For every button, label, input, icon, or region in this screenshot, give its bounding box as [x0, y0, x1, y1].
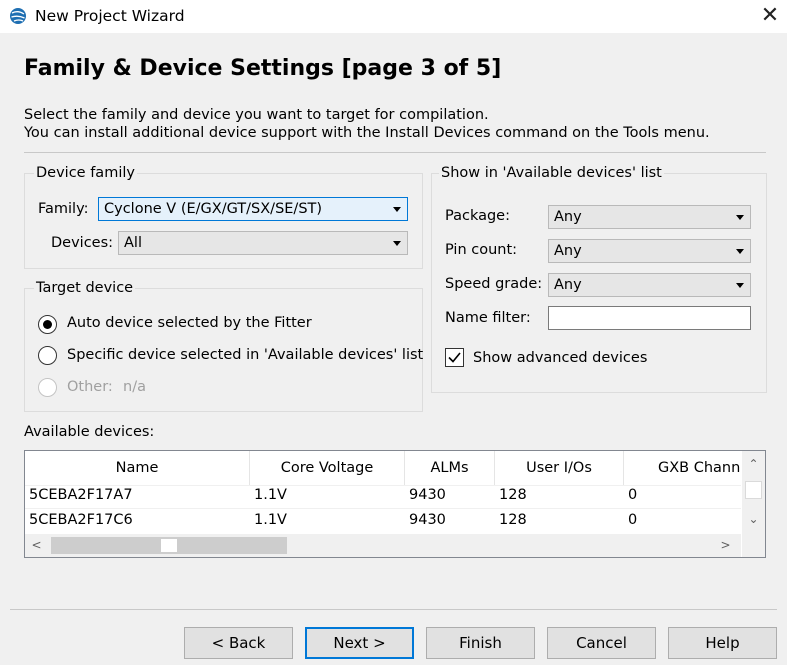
other-device-value: n/a	[123, 379, 146, 395]
family-select[interactable]: Cyclone V (E/GX/GT/SX/SE/ST)	[98, 197, 408, 221]
chevron-down-icon	[736, 249, 744, 254]
other-device-label: Other:	[67, 379, 113, 395]
show-advanced-label[interactable]: Show advanced devices	[473, 350, 647, 366]
horizontal-scroll-thumb[interactable]	[51, 537, 287, 554]
chevron-down-icon	[393, 241, 401, 246]
close-icon[interactable]: ✕	[758, 4, 782, 28]
column-header-core-voltage[interactable]: Core Voltage	[250, 451, 405, 485]
column-header-alms[interactable]: ALMs	[405, 451, 495, 485]
cell-gxb-channels: 0	[628, 512, 638, 528]
back-button[interactable]: < Back	[184, 627, 293, 659]
footer-divider	[10, 609, 777, 610]
auto-device-label[interactable]: Auto device selected by the Fitter	[67, 315, 312, 331]
help-button[interactable]: Help	[668, 627, 777, 659]
scrollbar-corner	[742, 534, 765, 557]
speed-grade-select-value: Any	[554, 277, 582, 293]
pin-count-label: Pin count:	[445, 242, 518, 258]
target-device-title: Target device	[34, 280, 136, 296]
description-line-2: You can install additional device suppor…	[24, 125, 710, 141]
header-divider	[24, 152, 766, 153]
devices-label: Devices:	[51, 235, 114, 251]
specific-device-label[interactable]: Specific device selected in 'Available d…	[67, 347, 423, 363]
chevron-down-icon	[736, 215, 744, 220]
app-globe-icon	[10, 8, 26, 24]
package-label: Package:	[445, 208, 510, 224]
device-family-title: Device family	[34, 165, 137, 181]
scroll-left-icon[interactable]: <	[28, 537, 45, 554]
name-filter-input[interactable]	[548, 306, 751, 330]
scroll-down-icon[interactable]: ⌄	[745, 511, 762, 528]
vertical-scroll-thumb[interactable]	[745, 481, 762, 499]
cell-alms: 9430	[409, 512, 446, 528]
finish-button[interactable]: Finish	[426, 627, 535, 659]
available-devices-table[interactable]: Name Core Voltage ALMs User I/Os GXB Cha…	[24, 450, 766, 558]
cell-core-voltage: 1.1V	[254, 487, 287, 503]
cell-user-ios: 128	[499, 487, 527, 503]
cell-core-voltage: 1.1V	[254, 512, 287, 528]
vertical-scrollbar[interactable]: ⌃ ⌄	[742, 451, 765, 534]
chevron-down-icon	[393, 207, 401, 212]
scroll-right-icon[interactable]: >	[717, 537, 734, 554]
other-device-radio	[38, 378, 57, 397]
package-select-value: Any	[554, 209, 582, 225]
devices-select[interactable]: All	[118, 231, 408, 255]
cell-name: 5CEBA2F17C6	[29, 512, 133, 528]
cancel-button[interactable]: Cancel	[547, 627, 656, 659]
pin-count-select-value: Any	[554, 243, 582, 259]
available-filter-title: Show in 'Available devices' list	[439, 165, 664, 181]
window-title: New Project Wizard	[35, 7, 185, 25]
page-title: Family & Device Settings [page 3 of 5]	[24, 56, 502, 81]
package-select[interactable]: Any	[548, 205, 751, 229]
cell-name: 5CEBA2F17A7	[29, 487, 133, 503]
horizontal-scrollbar[interactable]: < >	[25, 534, 741, 557]
page-description: Select the family and device you want to…	[24, 106, 710, 142]
speed-grade-select[interactable]: Any	[548, 273, 751, 297]
name-filter-label: Name filter:	[445, 310, 531, 326]
column-header-name[interactable]: Name	[25, 451, 250, 485]
checkmark-icon	[448, 352, 461, 363]
available-devices-label: Available devices:	[24, 424, 155, 440]
scroll-grip	[161, 539, 177, 552]
pin-count-select[interactable]: Any	[548, 239, 751, 263]
column-header-user-ios[interactable]: User I/Os	[495, 451, 624, 485]
devices-select-value: All	[124, 235, 142, 251]
auto-device-radio[interactable]	[38, 315, 57, 334]
chevron-down-icon	[736, 283, 744, 288]
family-label: Family:	[38, 201, 89, 217]
cell-user-ios: 128	[499, 512, 527, 528]
specific-device-radio[interactable]	[38, 346, 57, 365]
column-header-gxb-channels[interactable]: GXB Channe	[624, 451, 741, 485]
speed-grade-label: Speed grade:	[445, 276, 543, 292]
family-select-value: Cyclone V (E/GX/GT/SX/SE/ST)	[104, 201, 323, 217]
cell-alms: 9430	[409, 487, 446, 503]
cell-gxb-channels: 0	[628, 487, 638, 503]
scroll-up-icon[interactable]: ⌃	[745, 456, 762, 473]
show-advanced-checkbox[interactable]	[445, 348, 464, 367]
next-button[interactable]: Next >	[305, 627, 414, 659]
description-line-1: Select the family and device you want to…	[24, 107, 489, 123]
